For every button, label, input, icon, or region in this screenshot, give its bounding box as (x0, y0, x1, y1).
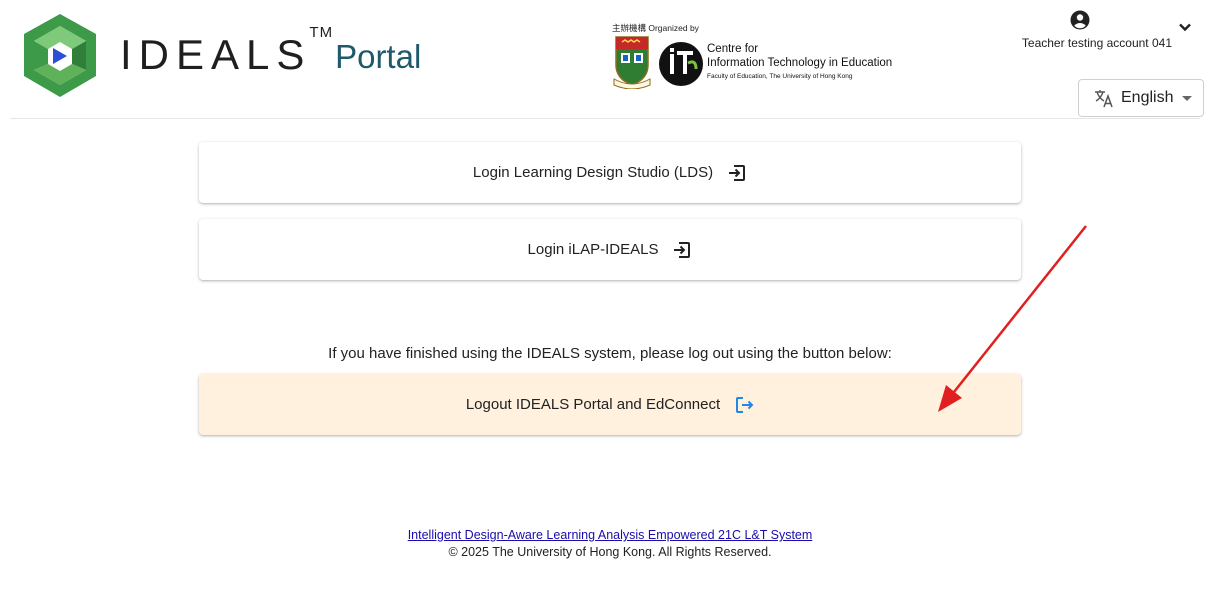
hku-crest-icon (612, 35, 652, 90)
chevron-down-icon[interactable] (1178, 20, 1192, 34)
login-lds-label: Login Learning Design Studio (LDS) (472, 164, 714, 181)
translate-icon (1093, 87, 1115, 109)
language-selector[interactable]: English (1078, 79, 1204, 117)
annotation-arrow-icon (938, 225, 1087, 412)
login-icon (672, 240, 692, 260)
logout-button[interactable]: Logout IDEALS Portal and EdConnect (199, 374, 1021, 435)
ideals-logo-icon[interactable] (20, 12, 100, 99)
brand: IDEALS TM Portal (120, 24, 422, 80)
brand-portal: Portal (335, 38, 422, 75)
caret-down-icon (1182, 95, 1193, 101)
account-name: Teacher testing account 041 (1021, 36, 1172, 50)
login-lds-button[interactable]: Login Learning Design Studio (LDS) (199, 142, 1021, 203)
header-divider (10, 118, 1200, 119)
account-circle-icon[interactable] (1070, 10, 1090, 30)
organizer: 主辦機構 Organized by Centre for Information… (612, 22, 912, 92)
logout-icon (734, 395, 754, 415)
footer-link[interactable]: Intelligent Design-Aware Learning Analys… (0, 528, 1210, 542)
login-ilap-label: Login iLAP-IDEALS (527, 241, 659, 258)
account-menu[interactable]: Teacher testing account 041 (1002, 8, 1192, 68)
organizer-label: 主辦機構 Organized by (612, 23, 699, 33)
brand-name: IDEALS (120, 31, 312, 78)
footer-copyright: © 2025 The University of Hong Kong. All … (448, 545, 772, 559)
brand-trademark: TM (309, 24, 334, 41)
cite-logo-icon (658, 41, 704, 87)
login-icon (727, 163, 747, 183)
organizer-line2: Information Technology in Education (707, 57, 893, 69)
header: IDEALS TM Portal 主辦機構 Organized by Centr… (0, 0, 1210, 118)
language-label: English (1121, 89, 1174, 106)
organizer-line1: Centre for (707, 43, 759, 55)
organizer-line3: Faculty of Education, The University of … (707, 73, 853, 80)
login-ilap-button[interactable]: Login iLAP-IDEALS (199, 219, 1021, 280)
logout-label: Logout IDEALS Portal and EdConnect (465, 396, 721, 413)
